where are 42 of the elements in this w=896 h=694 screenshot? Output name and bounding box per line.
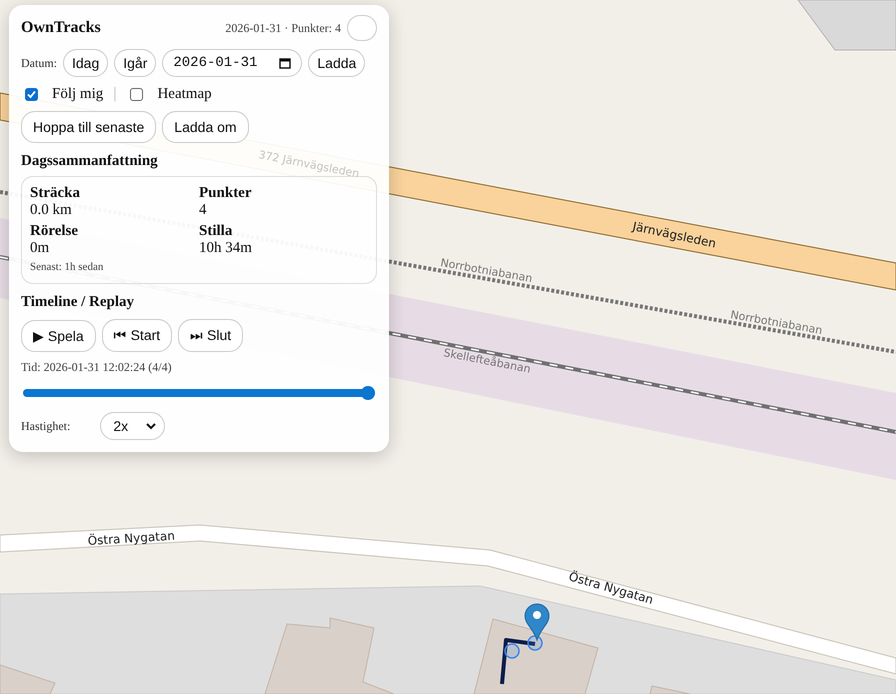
time-text: Tid: 2026-01-31 12:02:24 (4/4) (21, 360, 173, 375)
stat-value: 0m (30, 240, 50, 257)
date-label: Datum: (21, 56, 57, 70)
stat-value: 0.0 km (30, 202, 73, 219)
playback-button[interactable]: ⏭ Slut (178, 319, 244, 352)
separator: | (113, 85, 116, 103)
location-point (527, 635, 543, 651)
track-line (500, 638, 536, 684)
last-update-text: Senast: 1h sedan (30, 261, 104, 273)
road-label: Östra Nygatan (87, 528, 176, 548)
stat-label: Sträcka (30, 185, 81, 202)
map-pin-icon[interactable] (524, 604, 550, 640)
action-button[interactable]: Ladda om (162, 111, 249, 143)
load-button[interactable]: Ladda (308, 49, 366, 77)
playback-button[interactable]: ▶ Spela (21, 320, 96, 352)
day-button[interactable]: Idag (63, 49, 108, 77)
section-heading: Timeline / Replay (21, 294, 134, 311)
stat-value: 4 (199, 202, 208, 219)
stat-value: 10h 34m (199, 240, 253, 257)
checkbox-label: Heatmap (157, 86, 212, 102)
caret-icon (146, 422, 156, 430)
date-summary: 2026-01-31 · Punkter: 4 (225, 20, 341, 36)
checkbox-label: Följ mig (52, 86, 104, 102)
date-field[interactable]: 2026-01-31 (162, 49, 302, 77)
calendar-icon[interactable] (279, 57, 292, 69)
replay-slider[interactable] (23, 386, 375, 400)
panel-title: OwnTracks (21, 19, 102, 37)
section-heading: Dagssammanfattning (21, 153, 158, 170)
playback-button[interactable]: ⏮ Start (102, 319, 172, 352)
stat-label: Punkter (199, 185, 252, 202)
checkbox[interactable] (130, 88, 144, 100)
speed-label: Hastighet: (21, 418, 70, 434)
speed-dropdown[interactable]: 2x (100, 412, 166, 440)
stat-label: Stilla (199, 223, 234, 240)
building (0, 664, 56, 694)
building (649, 685, 690, 694)
stat-label: Rörelse (30, 223, 80, 240)
action-button[interactable]: Hoppa till senaste (21, 111, 156, 143)
day-button[interactable]: Igår (114, 49, 156, 77)
slider-thumb[interactable] (361, 386, 375, 400)
location-point (504, 643, 520, 659)
checkbox[interactable] (25, 88, 38, 100)
